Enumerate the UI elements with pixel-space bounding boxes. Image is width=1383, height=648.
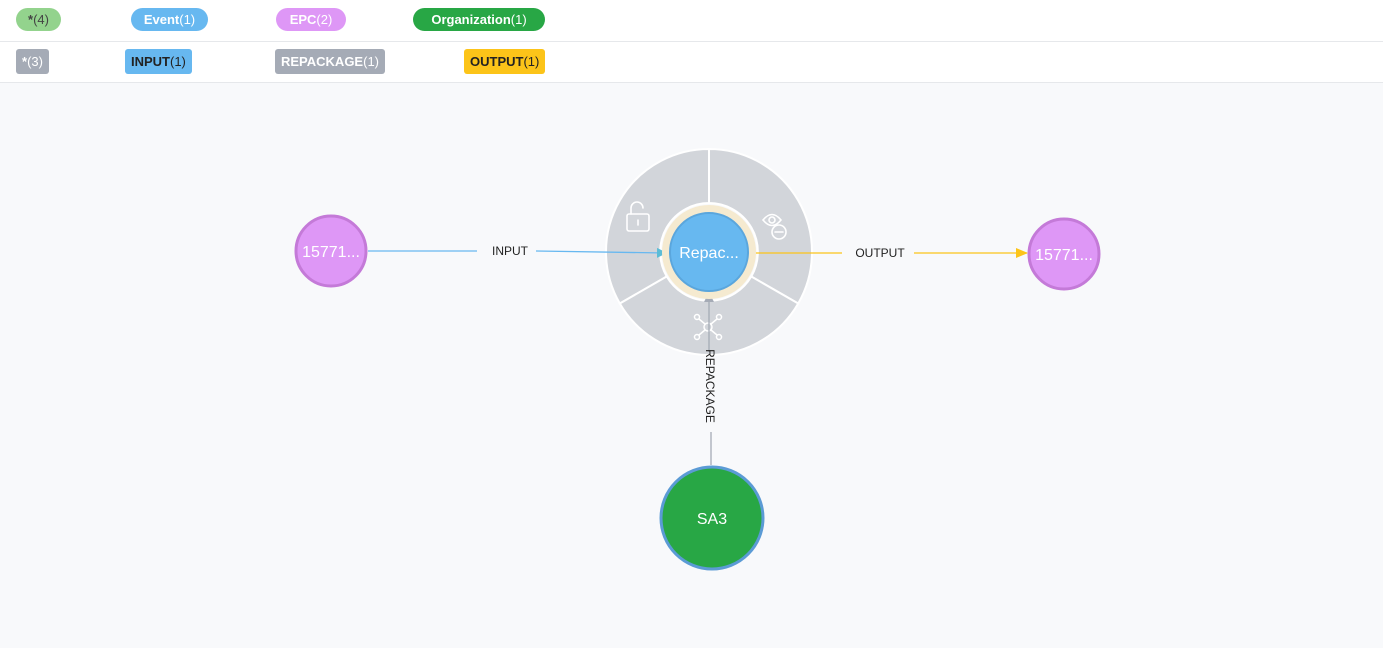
legend-rel-input[interactable]: INPUT(1) [125,49,192,74]
node-label-legend: *(4) Event(1) EPC(2) Organization(1) [0,0,1383,42]
legend-rel-all[interactable]: *(3) [16,49,49,74]
graph-node-epc-left[interactable]: 15771... [294,214,368,288]
relationship-output-label: OUTPUT [855,246,905,260]
relationship-type-legend: *(3) INPUT(1) REPACKAGE(1) OUTPUT(1) [0,42,1383,83]
graph-node-epc-left-caption: 15771... [302,244,360,261]
legend-node-epc[interactable]: EPC(2) [276,8,346,31]
graph-svg: INPUT OUTPUT REPACKAGE 15771... 15771... [294,147,1101,571]
legend-rel-output[interactable]: OUTPUT(1) [464,49,546,74]
graph-node-event[interactable]: Repac... [662,205,756,299]
graph-node-organization[interactable]: SA3 [659,465,765,571]
graph-node-epc-right[interactable]: 15771... [1027,217,1101,291]
relationship-input-label: INPUT [492,244,529,258]
legend-node-all[interactable]: *(4) [16,8,61,31]
relationship-repackage-label: REPACKAGE [703,349,717,423]
graph-node-epc-right-caption: 15771... [1035,247,1093,264]
legend-node-event[interactable]: Event(1) [131,8,208,31]
graph-node-organization-caption: SA3 [697,511,727,528]
legend-node-organization[interactable]: Organization(1) [413,8,545,31]
graph-node-event-caption: Repac... [679,245,739,262]
graph-canvas[interactable]: INPUT OUTPUT REPACKAGE 15771... 15771... [0,83,1383,648]
legend-rel-repackage[interactable]: REPACKAGE(1) [275,49,385,74]
